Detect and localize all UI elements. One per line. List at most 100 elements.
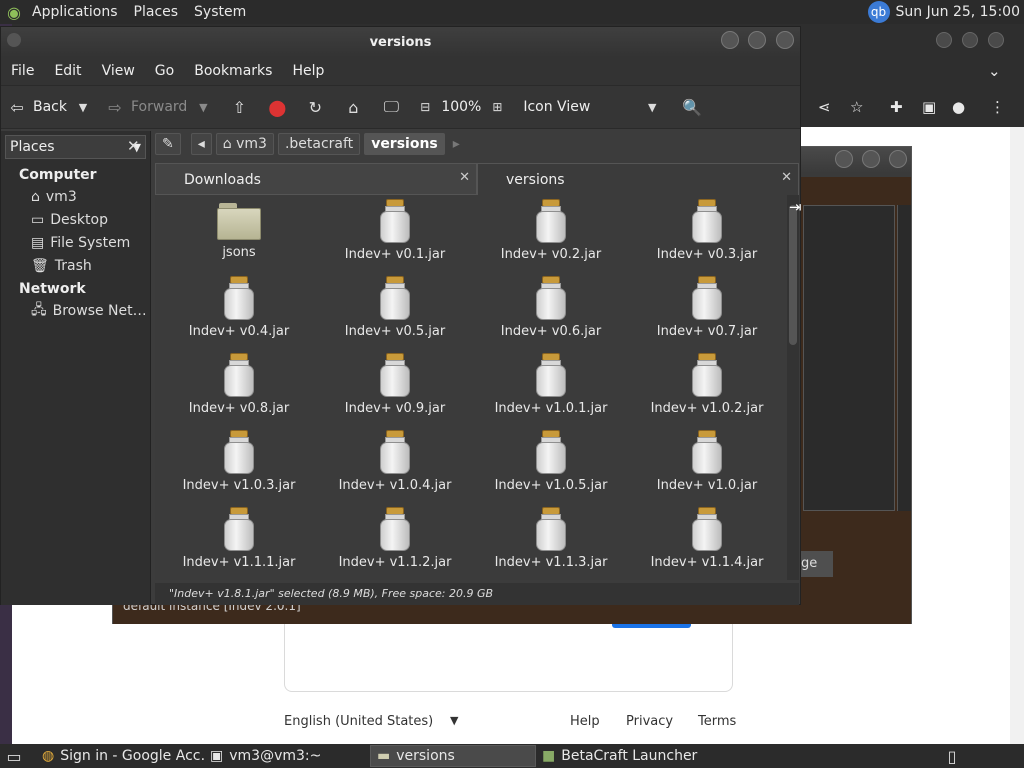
menu-edit[interactable]: Edit: [44, 63, 91, 79]
terms-link[interactable]: Terms: [698, 714, 736, 729]
sidebar-item-desktop[interactable]: ▭ Desktop: [1, 208, 150, 231]
computer-icon[interactable]: 🖵: [381, 97, 401, 117]
file-item[interactable]: Indev+ v0.2.jar: [473, 199, 629, 276]
file-view-scrollbar[interactable]: [787, 195, 799, 580]
file-item[interactable]: Indev+ v1.0.3.jar: [161, 430, 317, 507]
file-item[interactable]: Indev+ v1.1.4.jar: [629, 507, 785, 580]
forward-button[interactable]: ⇨ Forward ▼: [99, 97, 219, 117]
changelog-scrollbar[interactable]: [897, 205, 911, 511]
window-menu-button[interactable]: [7, 33, 21, 47]
menu-go[interactable]: Go: [145, 63, 184, 79]
jar-file-icon: [690, 430, 724, 474]
file-item[interactable]: Indev+ v1.0.5.jar: [473, 430, 629, 507]
tab-versions[interactable]: versions ✕: [477, 163, 799, 195]
folder-item[interactable]: jsons: [161, 199, 317, 276]
file-item[interactable]: Indev+ v0.3.jar: [629, 199, 785, 276]
file-item[interactable]: Indev+ v1.1.2.jar: [317, 507, 473, 580]
fm-close-button[interactable]: [776, 31, 794, 49]
edit-location-button[interactable]: ✎: [155, 133, 181, 155]
sidebar-item-trash[interactable]: 🗑 Trash: [1, 254, 150, 277]
betacraft-maximize-button[interactable]: [861, 150, 880, 168]
share-icon[interactable]: ⋖: [818, 98, 831, 116]
applications-menu[interactable]: Applications: [24, 4, 126, 20]
scrollbar-thumb[interactable]: [789, 205, 797, 345]
menu-bookmarks[interactable]: Bookmarks: [184, 63, 282, 79]
zoom-out-icon[interactable]: ⊟: [415, 97, 435, 117]
up-arrow-icon[interactable]: ⇧: [229, 97, 249, 117]
file-item[interactable]: Indev+ v0.4.jar: [161, 276, 317, 353]
sidebar-close-icon[interactable]: ✕: [127, 137, 140, 155]
home-icon[interactable]: ⌂: [343, 97, 363, 117]
qbittorrent-tray-icon[interactable]: qb: [867, 1, 890, 23]
tab-downloads[interactable]: Downloads ✕: [155, 163, 477, 195]
back-history-dropdown-icon[interactable]: ▼: [73, 97, 93, 117]
task-betacraft[interactable]: ■ BetaCraft Launcher …: [536, 745, 702, 767]
breadcrumb-vm3[interactable]: ⌂ vm3: [215, 133, 274, 155]
language-dropdown-icon[interactable]: ▼: [450, 714, 458, 727]
file-item[interactable]: Indev+ v1.0.1.jar: [473, 353, 629, 430]
tab-close-icon[interactable]: ✕: [781, 170, 792, 185]
task-terminal[interactable]: ▣ vm3@vm3:~: [204, 745, 370, 767]
fm-titlebar[interactable]: versions: [1, 27, 800, 57]
help-link[interactable]: Help: [570, 714, 600, 729]
file-item[interactable]: Indev+ v0.6.jar: [473, 276, 629, 353]
file-item[interactable]: Indev+ v0.8.jar: [161, 353, 317, 430]
workspace-switcher-icon[interactable]: ▯: [942, 746, 962, 766]
browser-maximize-button[interactable]: [962, 32, 978, 48]
menu-file[interactable]: File: [1, 63, 44, 79]
browser-close-button[interactable]: [988, 32, 1004, 48]
places-menu[interactable]: Places: [126, 4, 187, 20]
search-icon[interactable]: 🔍: [682, 97, 702, 117]
path-left-arrow-icon[interactable]: ◂: [190, 133, 212, 155]
bookmark-star-icon[interactable]: ☆: [850, 98, 863, 116]
extensions-icon[interactable]: ✚: [890, 98, 903, 116]
file-item[interactable]: Indev+ v0.9.jar: [317, 353, 473, 430]
file-item[interactable]: Indev+ v0.1.jar: [317, 199, 473, 276]
file-item[interactable]: Indev+ v0.5.jar: [317, 276, 473, 353]
task-chrome[interactable]: ◍ Sign in - Google Acc…: [36, 745, 204, 767]
browser-minimize-button[interactable]: [936, 32, 952, 48]
task-versions[interactable]: ▬ versions: [370, 745, 536, 767]
zoom-in-icon[interactable]: ⊞: [487, 97, 507, 117]
browser-scrollbar[interactable]: [1010, 127, 1024, 744]
sidebar-pane-select[interactable]: Places ▼: [5, 135, 146, 159]
distro-logo-icon[interactable]: ◉: [4, 2, 24, 22]
browser-menu-icon[interactable]: ⋮: [990, 98, 1005, 116]
tab-dropdown-icon[interactable]: ⌄: [988, 62, 1001, 80]
privacy-link[interactable]: Privacy: [626, 714, 673, 729]
menu-help[interactable]: Help: [282, 63, 334, 79]
file-name: Indev+ v1.0.2.jar: [650, 401, 764, 416]
sidebar-item-vm3[interactable]: ⌂ vm3: [1, 185, 150, 208]
file-item[interactable]: Indev+ v1.0.2.jar: [629, 353, 785, 430]
system-menu[interactable]: System: [186, 4, 254, 20]
back-button[interactable]: ⇦ Back ▼: [1, 97, 99, 117]
zoom-level: 100%: [441, 99, 482, 115]
fm-maximize-button[interactable]: [748, 31, 767, 49]
tab-close-icon[interactable]: ✕: [459, 170, 470, 185]
clock[interactable]: Sun Jun 25, 15:00: [896, 4, 1020, 20]
file-item[interactable]: Indev+ v0.7.jar: [629, 276, 785, 353]
menu-view[interactable]: View: [92, 63, 145, 79]
betacraft-minimize-button[interactable]: [834, 150, 853, 168]
sidebar-item-label: File System: [50, 234, 131, 251]
reload-icon[interactable]: ↻: [305, 97, 325, 117]
file-item[interactable]: Indev+ v1.1.3.jar: [473, 507, 629, 580]
file-item[interactable]: Indev+ v1.0.jar: [629, 430, 785, 507]
sidebar-item-file-system[interactable]: ▤ File System: [1, 231, 150, 254]
stop-icon[interactable]: ⬤: [267, 97, 287, 117]
fm-minimize-button[interactable]: [720, 31, 739, 49]
view-mode-select[interactable]: Icon View ▼: [517, 97, 668, 117]
file-item[interactable]: Indev+ v1.0.4.jar: [317, 430, 473, 507]
forward-history-dropdown-icon[interactable]: ▼: [193, 97, 213, 117]
path-right-arrow-icon[interactable]: ▸: [453, 136, 460, 152]
language-select[interactable]: English (United States): [284, 714, 433, 729]
side-panel-icon[interactable]: ▣: [922, 98, 936, 116]
breadcrumb-betacraft[interactable]: .betacraft: [277, 133, 361, 155]
sidebar-item-browse-network[interactable]: 🖧 Browse Net…: [1, 299, 150, 322]
show-desktop-icon[interactable]: ▭: [4, 746, 24, 766]
file-item[interactable]: Indev+ v1.1.1.jar: [161, 507, 317, 580]
breadcrumb-label: vm3: [236, 136, 267, 152]
betacraft-close-button[interactable]: [889, 150, 907, 168]
profile-avatar-icon[interactable]: ●: [952, 98, 965, 116]
breadcrumb-versions[interactable]: versions: [364, 133, 445, 155]
